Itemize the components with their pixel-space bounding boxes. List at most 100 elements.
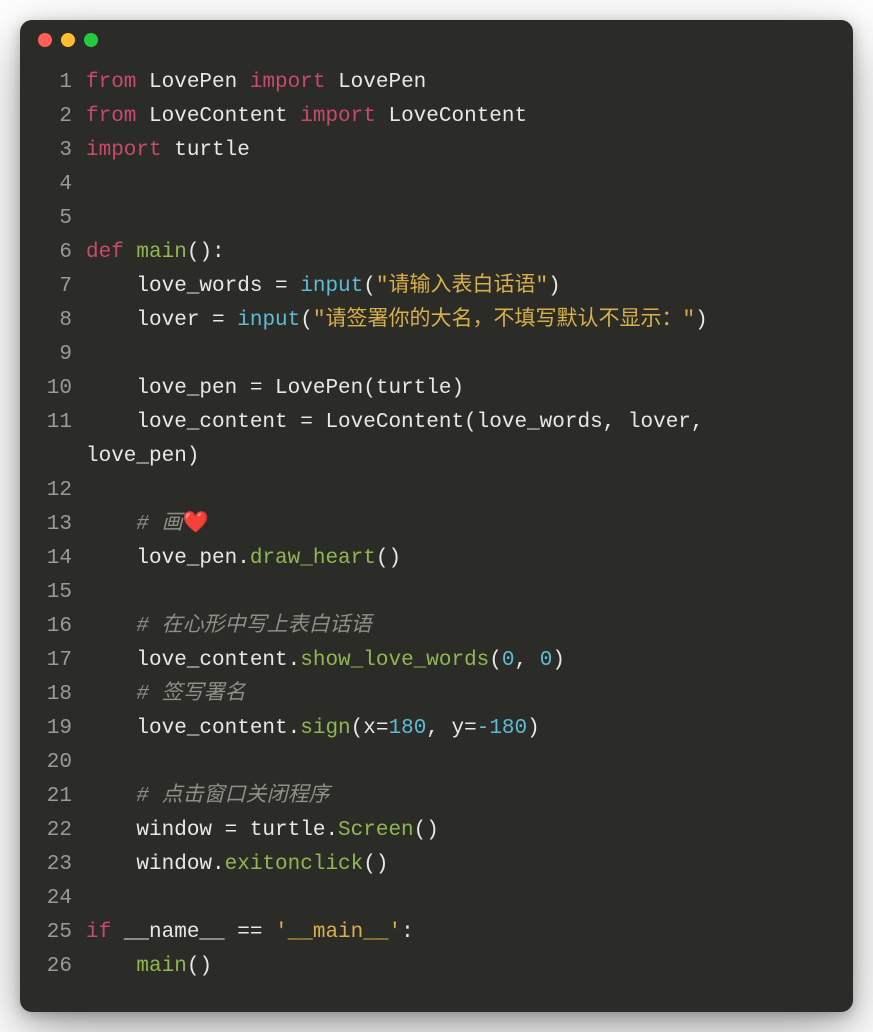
line-number: 26 bbox=[38, 950, 86, 984]
line-number: 21 bbox=[38, 780, 86, 814]
code-token: draw_heart bbox=[250, 547, 376, 570]
code-token: import bbox=[250, 71, 326, 94]
line-number: 15 bbox=[38, 576, 86, 610]
code-line: 16 # 在心形中写上表白话语 bbox=[38, 610, 835, 644]
code-token: from bbox=[86, 105, 136, 128]
code-content: window.exitonclick() bbox=[86, 848, 388, 882]
code-token: turtle bbox=[162, 139, 250, 162]
code-token: # 签写署名 bbox=[136, 683, 245, 706]
code-content: # 在心形中写上表白话语 bbox=[86, 610, 372, 644]
line-number: 23 bbox=[38, 848, 86, 882]
code-content: love_content.sign(x=180, y=-180) bbox=[86, 712, 540, 746]
code-line: 21 # 点击窗口关闭程序 bbox=[38, 780, 835, 814]
code-token: '__main__' bbox=[275, 921, 401, 944]
code-token bbox=[86, 955, 136, 978]
code-token: "请输入表白话语" bbox=[376, 275, 548, 298]
code-content: if __name__ == '__main__': bbox=[86, 916, 414, 950]
code-line: 17 love_content.show_love_words(0, 0) bbox=[38, 644, 835, 678]
code-token: LovePen bbox=[136, 71, 249, 94]
code-token: # 点击窗口关闭程序 bbox=[136, 785, 329, 808]
line-number: 1 bbox=[38, 66, 86, 100]
code-token: 180 bbox=[388, 717, 426, 740]
code-token: love_content. bbox=[86, 649, 300, 672]
code-line: 19 love_content.sign(x=180, y=-180) bbox=[38, 712, 835, 746]
code-token: Screen bbox=[338, 819, 414, 842]
line-number: 14 bbox=[38, 542, 86, 576]
code-token: LovePen bbox=[325, 71, 426, 94]
code-token: 0 bbox=[540, 649, 553, 672]
code-token: show_love_words bbox=[300, 649, 489, 672]
code-content: def main(): bbox=[86, 236, 225, 270]
code-token: ( bbox=[489, 649, 502, 672]
code-token: , y= bbox=[426, 717, 476, 740]
code-content: love_pen = LovePen(turtle) bbox=[86, 372, 464, 406]
code-token bbox=[86, 513, 136, 536]
code-token: import bbox=[300, 105, 376, 128]
code-content: love_pen) bbox=[86, 440, 199, 474]
code-token: main bbox=[136, 955, 186, 978]
maximize-icon[interactable] bbox=[84, 33, 98, 47]
code-token: __name__ == bbox=[111, 921, 275, 944]
code-token: ) bbox=[548, 275, 561, 298]
code-token: ) bbox=[527, 717, 540, 740]
code-token: () bbox=[187, 955, 212, 978]
code-content: from LovePen import LovePen bbox=[86, 66, 426, 100]
code-token: input bbox=[300, 275, 363, 298]
line-number: 22 bbox=[38, 814, 86, 848]
code-token: love_pen. bbox=[86, 547, 250, 570]
minimize-icon[interactable] bbox=[61, 33, 75, 47]
code-token: () bbox=[363, 853, 388, 876]
code-line: 25if __name__ == '__main__': bbox=[38, 916, 835, 950]
code-token: import bbox=[86, 139, 162, 162]
code-line: 11 love_content = LoveContent(love_words… bbox=[38, 406, 835, 440]
code-content: from LoveContent import LoveContent bbox=[86, 100, 527, 134]
line-number: 3 bbox=[38, 134, 86, 168]
code-line: 3import turtle bbox=[38, 134, 835, 168]
close-icon[interactable] bbox=[38, 33, 52, 47]
code-line: 22 window = turtle.Screen() bbox=[38, 814, 835, 848]
code-line: 13 # 画❤️ bbox=[38, 508, 835, 542]
line-number: 24 bbox=[38, 882, 86, 916]
code-token: LoveContent bbox=[136, 105, 300, 128]
code-line: 5 bbox=[38, 202, 835, 236]
code-token: () bbox=[414, 819, 439, 842]
code-line: 14 love_pen.draw_heart() bbox=[38, 542, 835, 576]
code-token: love_content = LoveContent(love_words, l… bbox=[86, 411, 716, 434]
code-token bbox=[86, 683, 136, 706]
code-token: "请签署你的大名，不填写默认不显示：" bbox=[313, 309, 695, 332]
code-line: 2from LoveContent import LoveContent bbox=[38, 100, 835, 134]
line-number: 6 bbox=[38, 236, 86, 270]
line-number: 7 bbox=[38, 270, 86, 304]
code-token: input bbox=[237, 309, 300, 332]
code-token: : bbox=[401, 921, 414, 944]
line-number: 8 bbox=[38, 304, 86, 338]
code-token: love_words = bbox=[86, 275, 300, 298]
line-number: 25 bbox=[38, 916, 86, 950]
code-line: 7 love_words = input("请输入表白话语") bbox=[38, 270, 835, 304]
code-token: (x= bbox=[351, 717, 389, 740]
code-line: 18 # 签写署名 bbox=[38, 678, 835, 712]
code-content: love_content = LoveContent(love_words, l… bbox=[86, 406, 716, 440]
code-line: 23 window.exitonclick() bbox=[38, 848, 835, 882]
code-line: 20 bbox=[38, 746, 835, 780]
code-token: ❤️ bbox=[183, 513, 209, 536]
code-line: 24 bbox=[38, 882, 835, 916]
code-line-wrap: love_pen) bbox=[38, 440, 835, 474]
code-line: 12 bbox=[38, 474, 835, 508]
code-token: ) bbox=[552, 649, 565, 672]
code-token: window = turtle. bbox=[86, 819, 338, 842]
line-number: 17 bbox=[38, 644, 86, 678]
code-token: () bbox=[376, 547, 401, 570]
code-token: window. bbox=[86, 853, 225, 876]
code-line: 8 lover = input("请签署你的大名，不填写默认不显示：") bbox=[38, 304, 835, 338]
code-area[interactable]: 1from LovePen import LovePen2from LoveCo… bbox=[20, 60, 853, 994]
code-token: sign bbox=[300, 717, 350, 740]
line-number: 20 bbox=[38, 746, 86, 780]
line-number: 18 bbox=[38, 678, 86, 712]
code-line: 6def main(): bbox=[38, 236, 835, 270]
line-number: 13 bbox=[38, 508, 86, 542]
line-number: 19 bbox=[38, 712, 86, 746]
code-token: ( bbox=[363, 275, 376, 298]
code-token: lover = bbox=[86, 309, 237, 332]
code-token: love_pen = LovePen(turtle) bbox=[86, 377, 464, 400]
